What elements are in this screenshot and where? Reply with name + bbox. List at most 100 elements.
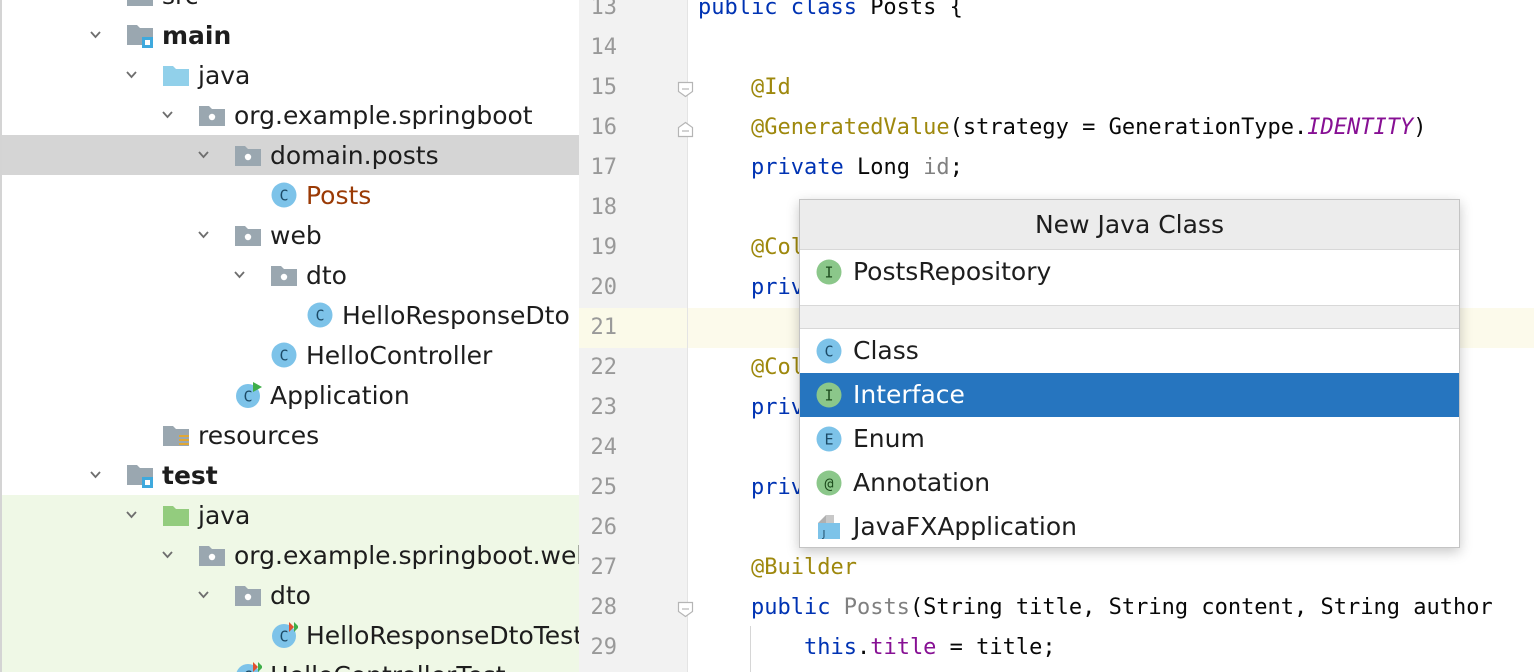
gutter-line: 26 xyxy=(579,508,687,548)
line-number: 19 xyxy=(590,235,618,260)
test-root-folder-icon xyxy=(162,501,190,529)
test-class-icon: C xyxy=(234,661,262,672)
svg-text:I: I xyxy=(824,387,833,405)
tree-item-resources[interactable]: resources xyxy=(2,415,579,455)
popup-item-label: Class xyxy=(853,336,919,365)
class-icon: C xyxy=(306,301,334,329)
tree-item-label: HelloController xyxy=(306,341,493,370)
svg-text:I: I xyxy=(824,264,833,282)
tree-item-helloresponsedtotest[interactable]: C HelloResponseDtoTest xyxy=(2,615,579,655)
popup-item-class[interactable]: C Class xyxy=(800,329,1459,373)
chevron-down-icon[interactable] xyxy=(162,109,173,120)
code-text: @Builder xyxy=(750,555,857,580)
tree-item-main[interactable]: main xyxy=(2,15,579,55)
package-icon xyxy=(198,541,226,569)
tree-item-label: src xyxy=(162,0,199,11)
code-text: priv xyxy=(750,275,804,300)
tree-item-src[interactable]: src xyxy=(2,0,579,15)
tree-item-label: HelloResponseDto xyxy=(342,301,570,330)
code-line[interactable]: @Id xyxy=(688,68,1534,108)
line-number: 17 xyxy=(590,155,618,180)
line-number: 25 xyxy=(590,475,618,500)
module-folder-icon xyxy=(126,461,154,489)
chevron-down-icon[interactable] xyxy=(90,29,101,40)
tree-item-label: dto xyxy=(306,261,347,290)
gutter-line: 21 xyxy=(579,308,687,348)
popup-suggestion-item[interactable]: I PostsRepository xyxy=(800,250,1459,294)
tree-item-java[interactable]: java xyxy=(2,495,579,535)
gutter-line: 18 xyxy=(579,188,687,228)
tree-item-posts[interactable]: C Posts xyxy=(2,175,579,215)
popup-item-annotation[interactable]: @ Annotation xyxy=(800,461,1459,505)
tree-item-helloresponsedto[interactable]: C HelloResponseDto xyxy=(2,295,579,335)
tree-item-label: java xyxy=(198,61,251,90)
svg-text:C: C xyxy=(243,668,252,672)
popup-item-interface[interactable]: I Interface xyxy=(800,373,1459,417)
line-number: 15 xyxy=(590,75,618,100)
line-number: 13 xyxy=(590,0,618,20)
tree-item-web[interactable]: web xyxy=(2,215,579,255)
tree-item-hellocontroller[interactable]: C HelloController xyxy=(2,335,579,375)
line-number: 24 xyxy=(590,435,618,460)
code-text: @Col xyxy=(750,235,804,260)
tree-item-test[interactable]: test xyxy=(2,455,579,495)
line-number: 14 xyxy=(590,35,618,60)
gutter-line: 15 xyxy=(579,68,694,108)
gutter-line: 23 xyxy=(579,388,687,428)
code-line[interactable]: private Long id; xyxy=(688,148,1534,188)
tree-item-java[interactable]: java xyxy=(2,55,579,95)
gutter-line: 13 xyxy=(579,0,687,28)
code-line[interactable]: @Builder xyxy=(688,548,1534,588)
chevron-down-icon[interactable] xyxy=(234,269,245,280)
code-line[interactable]: public class Posts { xyxy=(688,0,1534,28)
tree-item-label: java xyxy=(198,501,251,530)
tree-item-dto[interactable]: dto xyxy=(2,255,579,295)
tree-item-application[interactable]: C Application xyxy=(2,375,579,415)
popup-item-javafxapplication[interactable]: J JavaFXApplication xyxy=(800,505,1459,547)
gutter-line: 19 xyxy=(579,228,687,268)
code-text: public class Posts { xyxy=(698,0,963,20)
line-number: 27 xyxy=(590,555,618,580)
svg-text:C: C xyxy=(279,628,288,646)
tree-item-label: main xyxy=(162,21,232,50)
code-line[interactable]: public Posts(String title, String conten… xyxy=(688,588,1534,628)
popup-item-enum[interactable]: E Enum xyxy=(800,417,1459,461)
chevron-down-icon[interactable] xyxy=(198,229,209,240)
tree-item-org-example-springboot-web[interactable]: org.example.springboot.web xyxy=(2,535,579,575)
package-icon xyxy=(198,101,226,129)
annotation-icon: @ xyxy=(815,469,843,497)
class-icon: C xyxy=(815,337,843,365)
tree-item-dto[interactable]: dto xyxy=(2,575,579,615)
tree-item-label: resources xyxy=(198,421,320,450)
code-line[interactable] xyxy=(688,28,1534,68)
chevron-down-icon[interactable] xyxy=(126,69,137,80)
tree-item-label: HelloResponseDtoTest xyxy=(306,621,579,650)
chevron-down-icon[interactable] xyxy=(198,149,209,160)
tree-item-hellocontrollertest[interactable]: C HelloControllerTest xyxy=(2,655,579,672)
code-line[interactable]: this.title = title; xyxy=(688,628,1534,668)
chevron-down-icon[interactable] xyxy=(162,549,173,560)
chevron-down-icon[interactable] xyxy=(126,509,137,520)
popup-item-label: JavaFXApplication xyxy=(853,512,1077,541)
tree-item-org-example-springboot[interactable]: org.example.springboot xyxy=(2,95,579,135)
svg-text:C: C xyxy=(243,388,252,406)
code-text: @GeneratedValue(strategy = GenerationTyp… xyxy=(750,115,1427,140)
gutter-line: 14 xyxy=(579,28,687,68)
interface-icon: I xyxy=(815,381,843,409)
svg-text:C: C xyxy=(279,187,288,205)
line-number: 26 xyxy=(590,515,618,540)
tree-item-domain-posts[interactable]: domain.posts xyxy=(2,135,579,175)
line-number: 16 xyxy=(590,115,618,140)
chevron-down-icon[interactable] xyxy=(198,589,209,600)
code-text: private Long id; xyxy=(750,155,963,180)
tree-item-label: Application xyxy=(270,381,410,410)
tree-item-label: dto xyxy=(270,581,311,610)
enum-icon: E xyxy=(815,425,843,453)
code-line[interactable]: @GeneratedValue(strategy = GenerationTyp… xyxy=(688,108,1534,148)
package-icon xyxy=(234,221,262,249)
gutter-line: 22 xyxy=(579,348,687,388)
chevron-down-icon[interactable] xyxy=(90,469,101,480)
popup-title: New Java Class xyxy=(800,200,1459,250)
runnable-class-icon: C xyxy=(234,381,262,409)
source-root-folder-icon xyxy=(162,61,190,89)
